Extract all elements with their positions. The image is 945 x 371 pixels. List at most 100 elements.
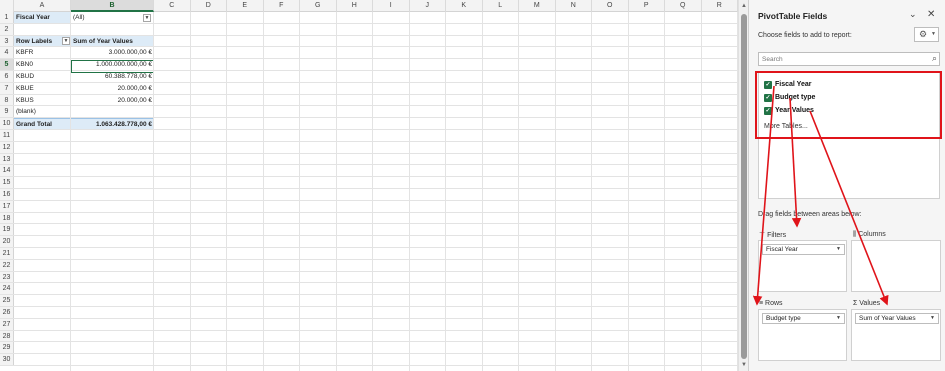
column-header-q[interactable]: Q (665, 0, 702, 12)
row-header-29[interactable]: 29 (0, 342, 14, 354)
chevron-down-icon: ▼ (931, 31, 936, 37)
column-header-g[interactable]: G (300, 0, 337, 12)
value-cell[interactable] (71, 106, 154, 117)
highlight-box (755, 71, 942, 139)
rows-chip-budget-type[interactable]: Budget type ▼ (762, 313, 845, 324)
row-header-9[interactable]: 9 (0, 106, 14, 118)
row-label-cell[interactable]: KBUE (14, 83, 71, 94)
scroll-up-icon[interactable]: ▲ (740, 2, 748, 10)
row-header-22[interactable]: 22 (0, 259, 14, 271)
row-header-18[interactable]: 18 (0, 212, 14, 224)
column-header-p[interactable]: P (629, 0, 665, 12)
column-header-a[interactable]: A (14, 0, 71, 12)
row-header-19[interactable]: 19 (0, 224, 14, 236)
column-header-j[interactable]: J (410, 0, 446, 12)
row-header-10[interactable]: 10 (0, 118, 14, 129)
row-header-1[interactable]: 1 (0, 12, 14, 23)
grand-total-value[interactable]: 1.063.428.778,00 € (71, 118, 154, 129)
grid-line (153, 12, 154, 371)
sum-values-header[interactable]: Sum of Year Values (71, 35, 154, 47)
sigma-icon: Σ (853, 300, 858, 307)
row-header-25[interactable]: 25 (0, 295, 14, 306)
filter-label-cell[interactable]: Fiscal Year (14, 12, 71, 23)
column-header-o[interactable]: O (592, 0, 629, 12)
row-header-24[interactable]: 24 (0, 283, 14, 295)
search-input[interactable] (762, 54, 922, 65)
row-header-12[interactable]: 12 (0, 141, 14, 153)
grand-total-label[interactable]: Grand Total (14, 118, 71, 129)
value-cell[interactable]: 20.000,00 € (71, 95, 154, 106)
row-header-16[interactable]: 16 (0, 189, 14, 200)
value-cell[interactable]: 20.000,00 € (71, 83, 154, 94)
row-header-5[interactable]: 5 (0, 59, 14, 70)
grid-line (189, 12, 191, 371)
row-label-cell[interactable]: (blank) (14, 106, 71, 117)
column-header-r[interactable]: R (702, 0, 738, 12)
columns-drop-area[interactable] (851, 240, 941, 292)
search-box[interactable]: ⌕ (758, 52, 940, 66)
value-cell[interactable]: 3.000.000,00 € (71, 47, 154, 58)
filters-drop-area[interactable]: Fiscal Year ▼ (758, 240, 847, 292)
vertical-scrollbar[interactable]: ▲ ▼ (738, 0, 748, 371)
filter-value-cell[interactable]: (All) (71, 12, 154, 23)
row-header-17[interactable]: 17 (0, 200, 14, 212)
column-header-e[interactable]: E (227, 0, 264, 12)
row-header-14[interactable]: 14 (0, 165, 14, 177)
row-header-30[interactable]: 30 (0, 354, 14, 365)
row-label-cell[interactable]: KBUD (14, 71, 71, 82)
grid-line (70, 12, 71, 371)
chevron-down-icon[interactable]: ⌄ (909, 9, 917, 20)
row-header-28[interactable]: 28 (0, 330, 14, 342)
filter-dropdown-icon[interactable]: ▼ (143, 13, 151, 22)
row-header-20[interactable]: 20 (0, 236, 14, 247)
row-header-13[interactable]: 13 (0, 153, 14, 165)
row-header-27[interactable]: 27 (0, 318, 14, 330)
select-all-corner[interactable] (0, 0, 14, 12)
field-settings-button[interactable]: ⚙ ▼ (914, 27, 939, 42)
spreadsheet-grid[interactable]: ABCDEFGHIJKLMNOPQR 1 Fiscal Year (All) ▼ 2 3 R… (0, 0, 738, 371)
row-header-15[interactable]: 15 (0, 177, 14, 188)
filters-chip-fiscal-year[interactable]: Fiscal Year ▼ (762, 244, 845, 255)
row-header-23[interactable]: 23 (0, 271, 14, 283)
row-header-21[interactable]: 21 (0, 248, 14, 259)
row-header-4[interactable]: 4 (0, 47, 14, 59)
chevron-down-icon[interactable]: ▼ (836, 245, 841, 254)
values-drop-area[interactable]: Sum of Year Values ▼ (851, 309, 941, 361)
scroll-thumb[interactable] (741, 14, 747, 359)
grid-line (372, 12, 373, 371)
row-label-cell[interactable]: KBFR (14, 47, 71, 58)
row-labels-dropdown-icon[interactable]: ▼ (62, 37, 70, 46)
chevron-down-icon[interactable]: ▼ (836, 314, 841, 323)
row-header-7[interactable]: 7 (0, 82, 14, 94)
grid-line (335, 12, 337, 371)
values-area-label: Σ Values (853, 300, 880, 307)
grid-line (627, 12, 629, 371)
scroll-down-icon[interactable]: ▼ (740, 361, 748, 369)
row-header-6[interactable]: 6 (0, 71, 14, 82)
search-icon[interactable]: ⌕ (932, 53, 937, 64)
row-header-2[interactable]: 2 (0, 23, 14, 35)
column-header-i[interactable]: I (373, 0, 410, 12)
row-header-3[interactable]: 3 (0, 35, 14, 47)
column-header-m[interactable]: M (519, 0, 556, 12)
column-header-d[interactable]: D (191, 0, 227, 12)
chevron-down-icon[interactable]: ▼ (930, 314, 935, 323)
selected-cell-b5[interactable] (71, 60, 154, 73)
row-header-26[interactable]: 26 (0, 307, 14, 318)
row-label-cell[interactable]: KBN0 (14, 59, 71, 70)
chip-label: Sum of Year Values (859, 315, 916, 322)
row-header-11[interactable]: 11 (0, 130, 14, 141)
column-header-n[interactable]: N (556, 0, 592, 12)
column-header-f[interactable]: F (264, 0, 300, 12)
rows-drop-area[interactable]: Budget type ▼ (758, 309, 847, 361)
values-chip-sum-of-year-values[interactable]: Sum of Year Values ▼ (855, 313, 939, 324)
row-label-cell[interactable]: KBUS (14, 95, 71, 106)
column-header-k[interactable]: K (446, 0, 483, 12)
column-header-h[interactable]: H (337, 0, 373, 12)
column-header-b[interactable]: B (71, 0, 154, 12)
row-header-8[interactable]: 8 (0, 94, 14, 106)
column-header-c[interactable]: C (154, 0, 191, 12)
close-icon[interactable]: ✕ (927, 9, 935, 20)
column-header-bar: ABCDEFGHIJKLMNOPQR (0, 0, 738, 12)
column-header-l[interactable]: L (483, 0, 519, 12)
